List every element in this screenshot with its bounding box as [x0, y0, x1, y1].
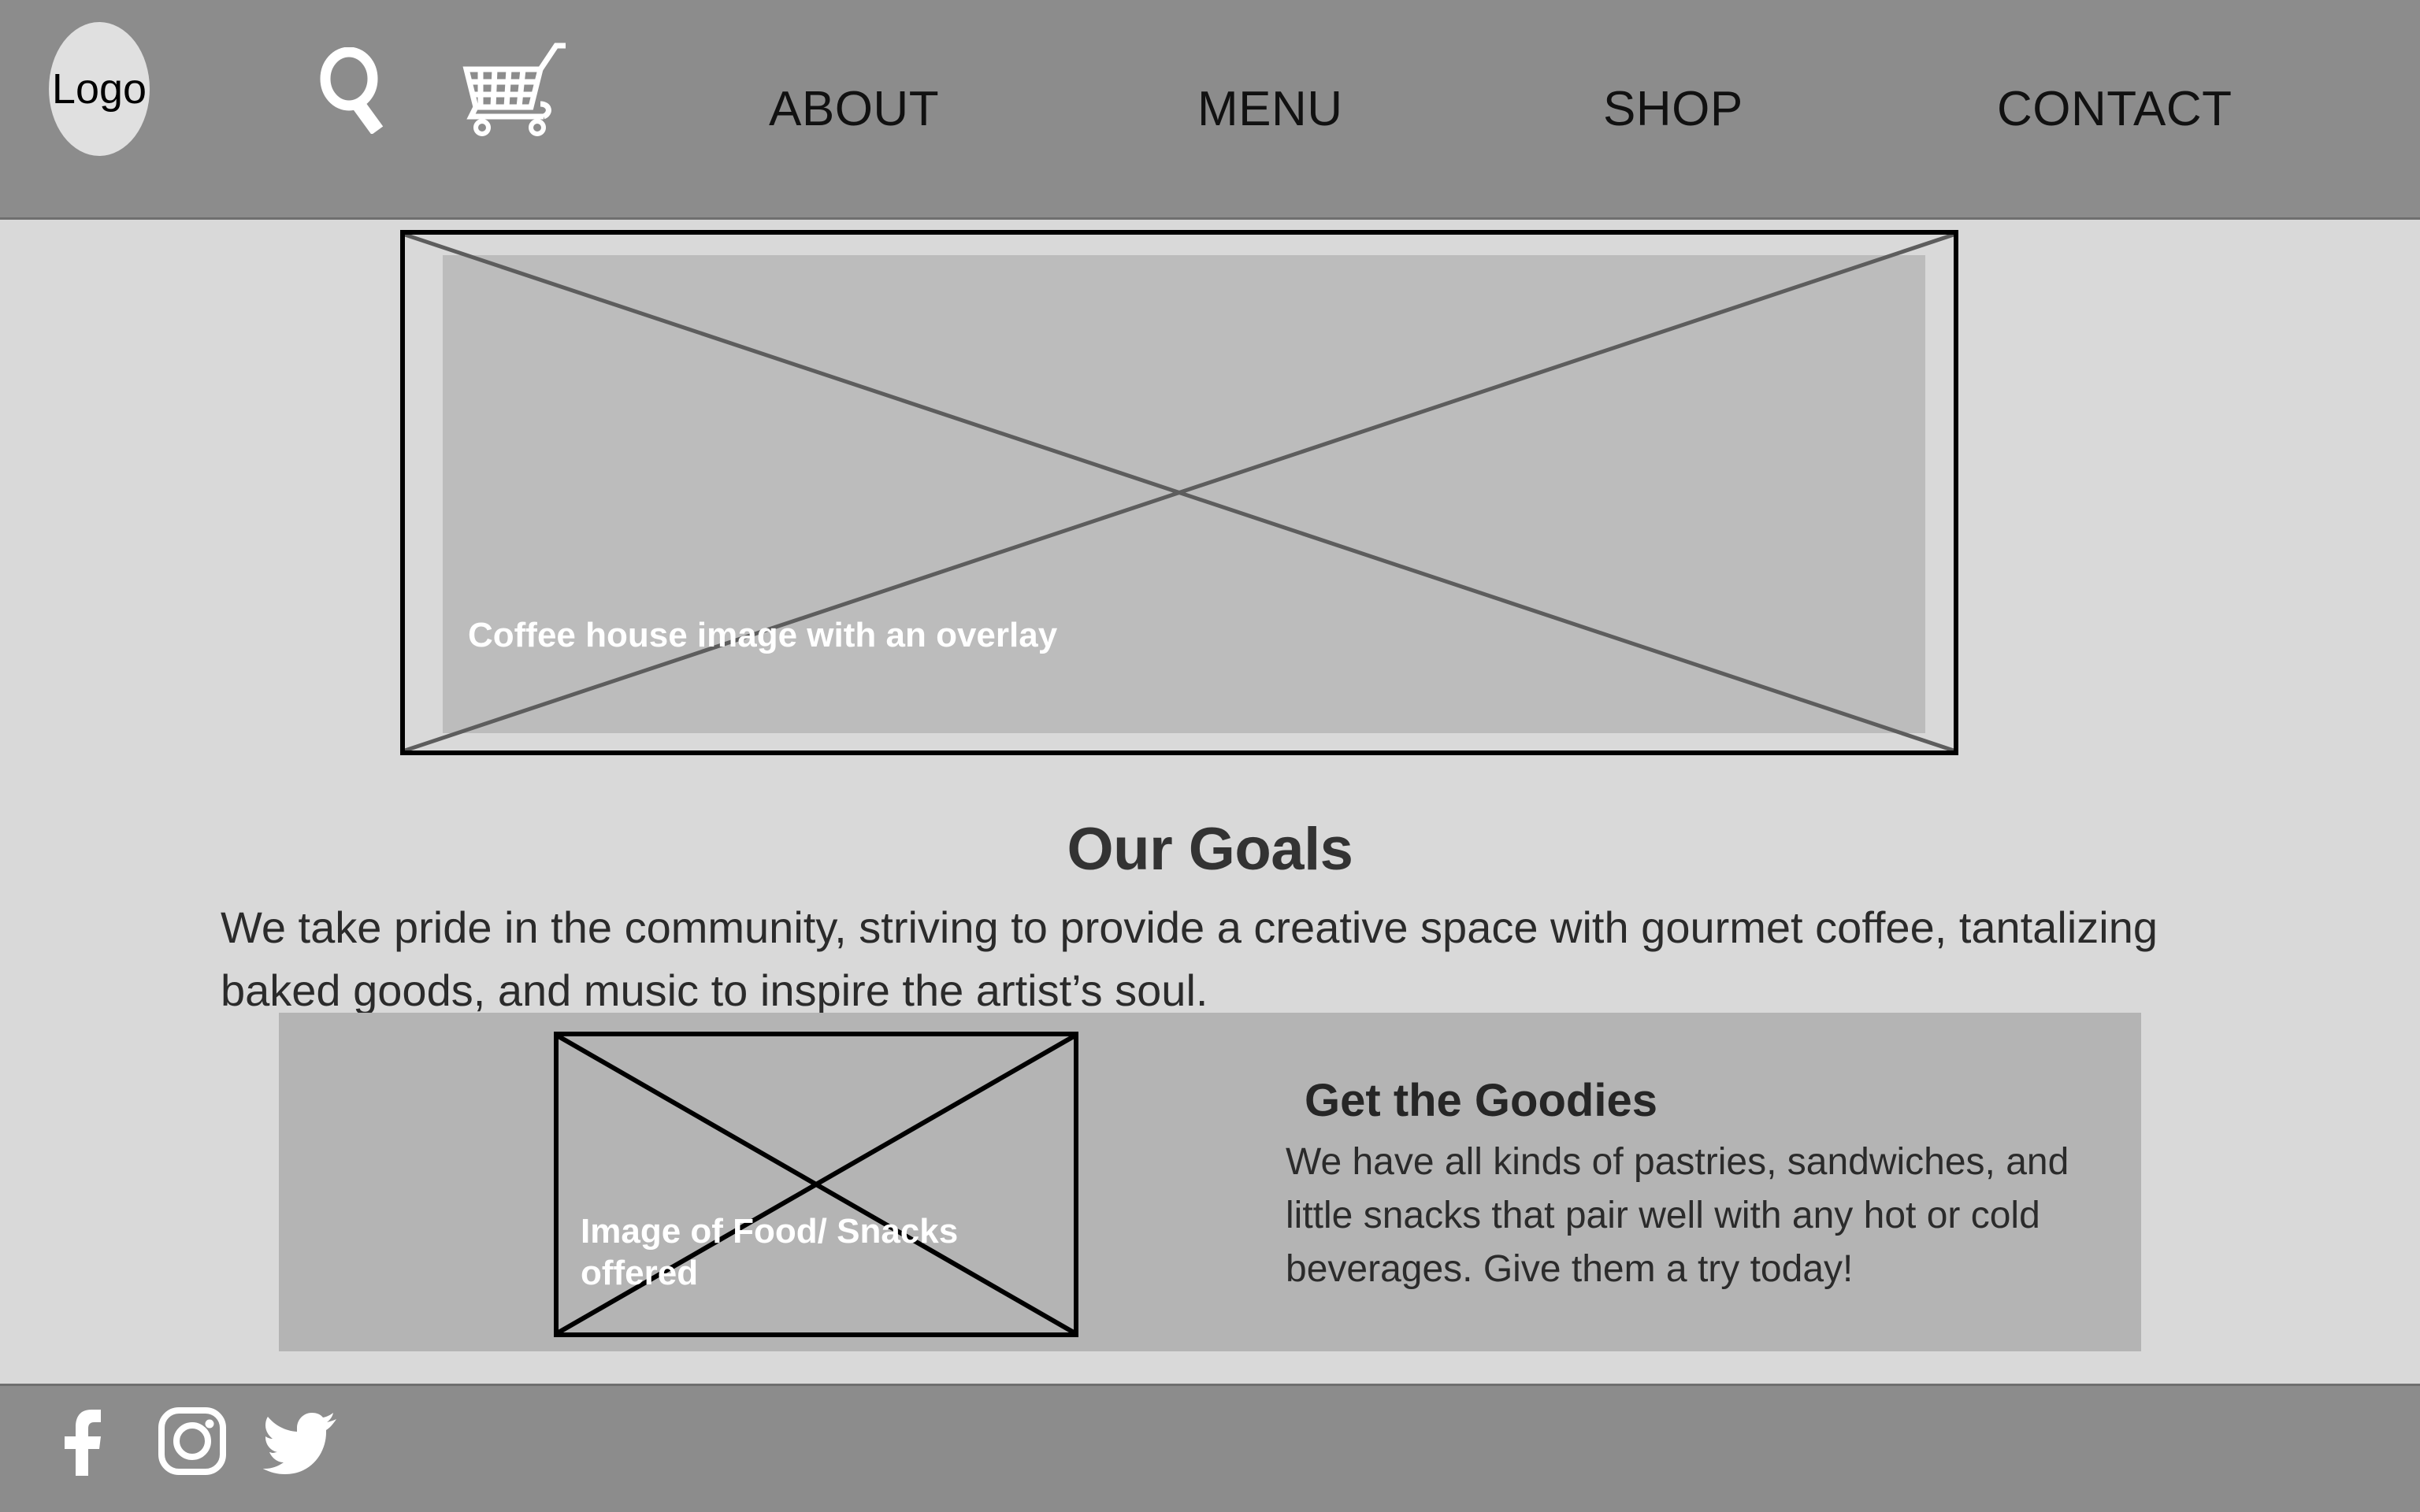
social-links [46, 1403, 339, 1479]
facebook-icon[interactable] [46, 1403, 121, 1479]
logo-badge[interactable]: Logo [49, 22, 150, 156]
shopping-cart-icon[interactable] [462, 41, 567, 137]
instagram-icon[interactable] [154, 1403, 230, 1479]
food-image-caption: Image of Food/ Snacks offered [581, 1212, 959, 1292]
site-header: Logo ABOUT MENU SHOP CONTACT [0, 0, 2420, 220]
logo-label: Logo [51, 65, 147, 113]
goodies-heading: Get the Goodies [1305, 1075, 1657, 1126]
nav-item-shop[interactable]: SHOP [1603, 0, 1743, 217]
food-image-placeholder[interactable]: Image of Food/ Snacks offered [554, 1032, 1078, 1337]
nav-item-about[interactable]: ABOUT [769, 0, 939, 217]
goals-paragraph: We take pride in the community, striving… [221, 902, 2158, 1015]
hero-overlay-shade [443, 255, 1925, 733]
search-icon[interactable] [315, 46, 397, 135]
nav-item-menu[interactable]: MENU [1197, 0, 1343, 217]
site-footer [0, 1384, 2420, 1512]
goodies-paragraph: We have all kinds of pastries, sandwiche… [1286, 1141, 2069, 1291]
nav-item-contact[interactable]: CONTACT [1997, 0, 2233, 217]
hero-image-placeholder[interactable]: Coffee house image with an overlay [400, 230, 1958, 755]
goals-heading: Our Goals [1067, 816, 1353, 884]
primary-navigation: ABOUT MENU SHOP CONTACT [709, 0, 2420, 217]
goodies-section: Image of Food/ Snacks offered Get the Go… [279, 1013, 2141, 1351]
twitter-icon[interactable] [263, 1403, 339, 1479]
hero-caption: Coffee house image with an overlay [468, 616, 1058, 654]
